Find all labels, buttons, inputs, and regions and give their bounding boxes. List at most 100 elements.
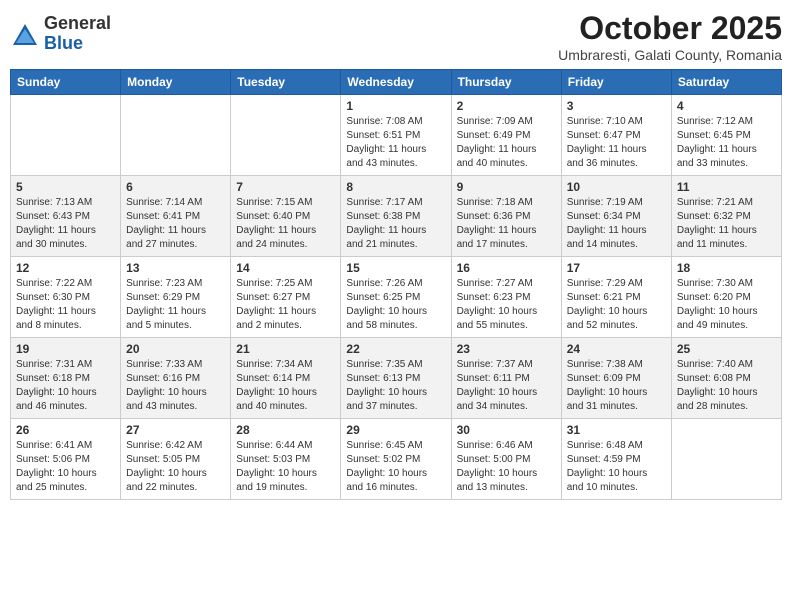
day-info: Sunrise: 7:38 AM Sunset: 6:09 PM Dayligh… — [567, 358, 666, 414]
day-number: 20 — [126, 342, 225, 356]
calendar-cell: 26 Sunrise: 6:41 AM Sunset: 5:06 PM Dayli… — [11, 419, 121, 500]
page-header: General Blue October 2025 Umbraresti, Ga… — [10, 10, 782, 63]
day-number: 11 — [677, 180, 776, 194]
day-info: Sunrise: 7:37 AM Sunset: 6:11 PM Dayligh… — [457, 358, 556, 414]
day-info: Sunrise: 7:34 AM Sunset: 6:14 PM Dayligh… — [236, 358, 335, 414]
day-number: 6 — [126, 180, 225, 194]
calendar-cell: 25 Sunrise: 7:40 AM Sunset: 6:08 PM Dayli… — [671, 338, 781, 419]
calendar-cell: 18Sunrise: 7:30 AM Sunset: 6:20 PM Dayli… — [671, 257, 781, 338]
day-number: 17 — [567, 261, 666, 275]
calendar-cell: 16Sunrise: 7:27 AM Sunset: 6:23 PM Dayli… — [451, 257, 561, 338]
calendar-cell — [11, 95, 121, 176]
calendar-cell: 27 Sunrise: 6:42 AM Sunset: 5:05 PM Dayli… — [121, 419, 231, 500]
calendar-cell: 29 Sunrise: 6:45 AM Sunset: 5:02 PM Dayli… — [341, 419, 451, 500]
logo-blue: Blue — [44, 34, 111, 54]
day-info: Sunrise: 7:14 AM Sunset: 6:41 PM Dayligh… — [126, 196, 225, 252]
calendar-row: 19 Sunrise: 7:31 AM Sunset: 6:18 PM Dayli… — [11, 338, 782, 419]
calendar-cell: 13Sunrise: 7:23 AM Sunset: 6:29 PM Dayli… — [121, 257, 231, 338]
calendar-row: 12 Sunrise: 7:22 AM Sunset: 6:30 PM Dayli… — [11, 257, 782, 338]
day-number: 1 — [346, 99, 445, 113]
logo-general: General — [44, 14, 111, 34]
day-info: Sunrise: 7:31 AM Sunset: 6:18 PM Dayligh… — [16, 358, 115, 414]
calendar-cell: 19 Sunrise: 7:31 AM Sunset: 6:18 PM Dayli… — [11, 338, 121, 419]
day-number: 30 — [457, 423, 556, 437]
day-number: 5 — [16, 180, 115, 194]
day-info: Sunrise: 7:22 AM Sunset: 6:30 PM Dayligh… — [16, 277, 115, 333]
calendar-cell: 3 Sunrise: 7:10 AM Sunset: 6:47 PM Daylig… — [561, 95, 671, 176]
calendar-table: SundayMondayTuesdayWednesdayThursdayFrid… — [10, 69, 782, 500]
day-number: 14 — [236, 261, 335, 275]
weekday-header: Saturday — [671, 70, 781, 95]
day-info: Sunrise: 7:19 AM Sunset: 6:34 PM Dayligh… — [567, 196, 666, 252]
calendar-cell: 8 Sunrise: 7:17 AM Sunset: 6:38 PM Daylig… — [341, 176, 451, 257]
day-info: Sunrise: 6:41 AM Sunset: 5:06 PM Dayligh… — [16, 439, 115, 495]
calendar-cell: 31 Sunrise: 6:48 AM Sunset: 4:59 PM Dayli… — [561, 419, 671, 500]
title-block: October 2025 Umbraresti, Galati County, … — [558, 10, 782, 63]
day-info: Sunrise: 7:29 AM Sunset: 6:21 PM Dayligh… — [567, 277, 666, 333]
day-info: Sunrise: 7:23 AM Sunset: 6:29 PM Dayligh… — [126, 277, 225, 333]
day-number: 8 — [346, 180, 445, 194]
calendar-cell: 23 Sunrise: 7:37 AM Sunset: 6:11 PM Dayli… — [451, 338, 561, 419]
calendar-cell: 21 Sunrise: 7:34 AM Sunset: 6:14 PM Dayli… — [231, 338, 341, 419]
calendar-cell: 1Sunrise: 7:08 AM Sunset: 6:51 PM Daylig… — [341, 95, 451, 176]
calendar-cell: 24Sunrise: 7:38 AM Sunset: 6:09 PM Dayli… — [561, 338, 671, 419]
day-info: Sunrise: 7:21 AM Sunset: 6:32 PM Dayligh… — [677, 196, 776, 252]
calendar-cell: 22Sunrise: 7:35 AM Sunset: 6:13 PM Dayli… — [341, 338, 451, 419]
calendar-row: 26 Sunrise: 6:41 AM Sunset: 5:06 PM Dayli… — [11, 419, 782, 500]
calendar-cell: 20 Sunrise: 7:33 AM Sunset: 6:16 PM Dayli… — [121, 338, 231, 419]
day-number: 15 — [346, 261, 445, 275]
logo-text: General Blue — [44, 14, 111, 54]
day-number: 28 — [236, 423, 335, 437]
logo-icon — [10, 21, 40, 51]
day-number: 12 — [16, 261, 115, 275]
calendar-cell: 17 Sunrise: 7:29 AM Sunset: 6:21 PM Dayli… — [561, 257, 671, 338]
calendar-cell — [121, 95, 231, 176]
calendar-cell: 5 Sunrise: 7:13 AM Sunset: 6:43 PM Daylig… — [11, 176, 121, 257]
weekday-header: Sunday — [11, 70, 121, 95]
day-number: 26 — [16, 423, 115, 437]
calendar-cell: 10Sunrise: 7:19 AM Sunset: 6:34 PM Dayli… — [561, 176, 671, 257]
day-info: Sunrise: 6:42 AM Sunset: 5:05 PM Dayligh… — [126, 439, 225, 495]
day-info: Sunrise: 7:17 AM Sunset: 6:38 PM Dayligh… — [346, 196, 445, 252]
weekday-header: Tuesday — [231, 70, 341, 95]
calendar-cell: 6 Sunrise: 7:14 AM Sunset: 6:41 PM Daylig… — [121, 176, 231, 257]
calendar-header-row: SundayMondayTuesdayWednesdayThursdayFrid… — [11, 70, 782, 95]
day-info: Sunrise: 6:45 AM Sunset: 5:02 PM Dayligh… — [346, 439, 445, 495]
calendar-cell: 7 Sunrise: 7:15 AM Sunset: 6:40 PM Daylig… — [231, 176, 341, 257]
day-info: Sunrise: 6:48 AM Sunset: 4:59 PM Dayligh… — [567, 439, 666, 495]
day-info: Sunrise: 7:18 AM Sunset: 6:36 PM Dayligh… — [457, 196, 556, 252]
day-number: 3 — [567, 99, 666, 113]
day-info: Sunrise: 7:26 AM Sunset: 6:25 PM Dayligh… — [346, 277, 445, 333]
day-info: Sunrise: 7:40 AM Sunset: 6:08 PM Dayligh… — [677, 358, 776, 414]
calendar-cell: 2Sunrise: 7:09 AM Sunset: 6:49 PM Daylig… — [451, 95, 561, 176]
day-number: 7 — [236, 180, 335, 194]
day-number: 23 — [457, 342, 556, 356]
day-info: Sunrise: 7:15 AM Sunset: 6:40 PM Dayligh… — [236, 196, 335, 252]
calendar-cell: 30 Sunrise: 6:46 AM Sunset: 5:00 PM Dayli… — [451, 419, 561, 500]
weekday-header: Thursday — [451, 70, 561, 95]
day-number: 18 — [677, 261, 776, 275]
day-info: Sunrise: 7:33 AM Sunset: 6:16 PM Dayligh… — [126, 358, 225, 414]
calendar-row: 1Sunrise: 7:08 AM Sunset: 6:51 PM Daylig… — [11, 95, 782, 176]
day-info: Sunrise: 7:13 AM Sunset: 6:43 PM Dayligh… — [16, 196, 115, 252]
day-number: 4 — [677, 99, 776, 113]
calendar-row: 5 Sunrise: 7:13 AM Sunset: 6:43 PM Daylig… — [11, 176, 782, 257]
day-number: 31 — [567, 423, 666, 437]
day-number: 27 — [126, 423, 225, 437]
calendar-cell: 28Sunrise: 6:44 AM Sunset: 5:03 PM Dayli… — [231, 419, 341, 500]
calendar-cell: 14Sunrise: 7:25 AM Sunset: 6:27 PM Dayli… — [231, 257, 341, 338]
day-number: 21 — [236, 342, 335, 356]
calendar-cell — [231, 95, 341, 176]
day-number: 9 — [457, 180, 556, 194]
day-number: 2 — [457, 99, 556, 113]
day-number: 19 — [16, 342, 115, 356]
day-number: 29 — [346, 423, 445, 437]
weekday-header: Monday — [121, 70, 231, 95]
day-number: 25 — [677, 342, 776, 356]
day-info: Sunrise: 7:27 AM Sunset: 6:23 PM Dayligh… — [457, 277, 556, 333]
day-info: Sunrise: 6:46 AM Sunset: 5:00 PM Dayligh… — [457, 439, 556, 495]
day-info: Sunrise: 7:12 AM Sunset: 6:45 PM Dayligh… — [677, 115, 776, 171]
day-info: Sunrise: 7:35 AM Sunset: 6:13 PM Dayligh… — [346, 358, 445, 414]
calendar-cell: 9 Sunrise: 7:18 AM Sunset: 6:36 PM Daylig… — [451, 176, 561, 257]
day-info: Sunrise: 7:10 AM Sunset: 6:47 PM Dayligh… — [567, 115, 666, 171]
